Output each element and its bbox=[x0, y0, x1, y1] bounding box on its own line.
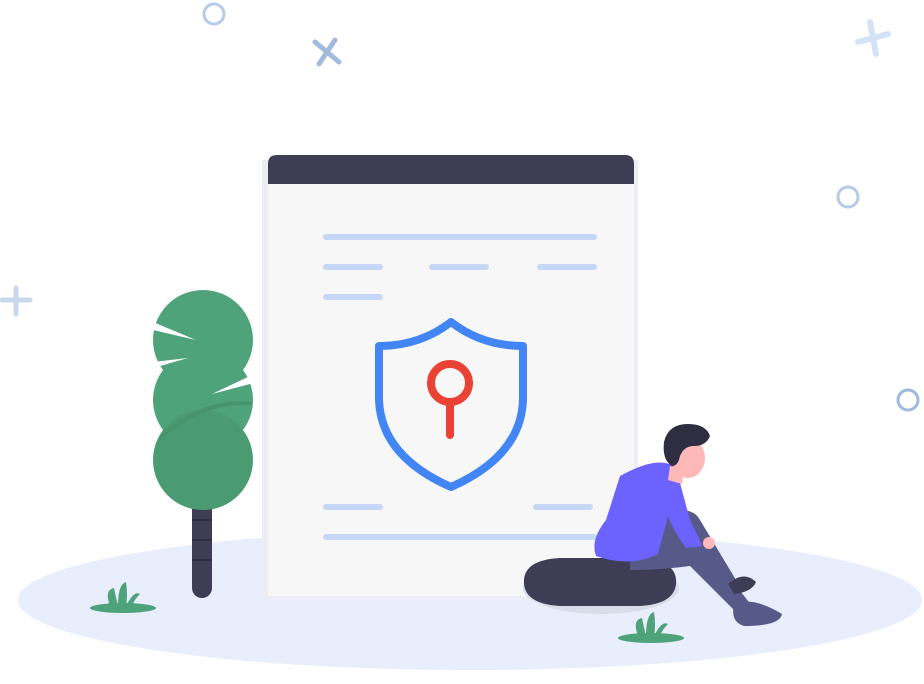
security-illustration bbox=[0, 0, 924, 684]
cross-decor-icon bbox=[312, 37, 342, 67]
cross-decor-icon bbox=[0, 285, 33, 317]
circle-decor-icon bbox=[896, 388, 920, 412]
circle-decor-icon bbox=[202, 2, 226, 26]
illustration-canvas bbox=[0, 2, 922, 670]
document-window bbox=[262, 155, 638, 598]
cross-decor-icon bbox=[855, 19, 891, 57]
person-hand bbox=[703, 537, 715, 549]
document-header bbox=[268, 155, 634, 184]
document-body bbox=[268, 178, 634, 596]
circle-decor-icon bbox=[836, 185, 860, 209]
